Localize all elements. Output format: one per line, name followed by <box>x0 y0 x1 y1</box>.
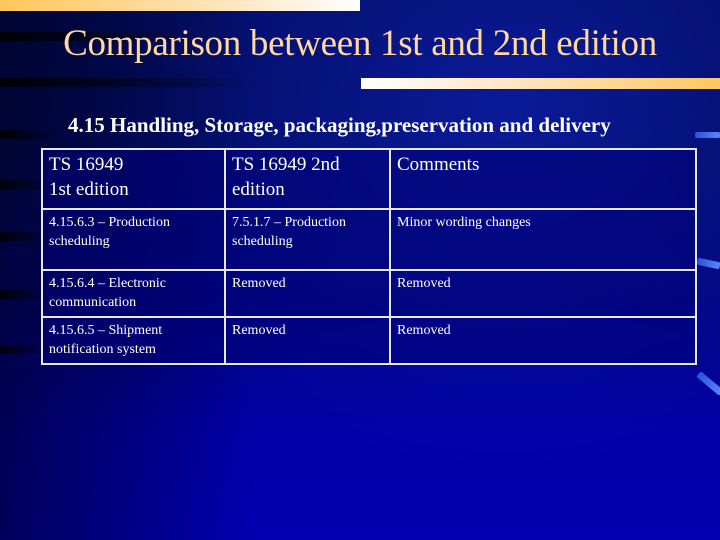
table-header-row: TS 16949 1st edition TS 16949 2nd editio… <box>41 148 697 210</box>
header-line: TS 16949 2nd <box>232 154 340 175</box>
decorative-dash <box>695 132 720 138</box>
table-row: 4.15.6.3 – Production scheduling 7.5.1.7… <box>41 208 697 271</box>
cell-line: Removed <box>232 276 286 291</box>
header-second-edition: TS 16949 2nd edition <box>224 148 391 210</box>
decorative-streak <box>0 78 260 87</box>
cell-line: 4.15.6.3 – Production <box>49 215 170 230</box>
cell-comments: Minor wording changes <box>389 208 697 271</box>
accent-bar-top <box>0 0 360 11</box>
cell-line: 4.15.6.5 – Shipment <box>49 323 163 338</box>
cell-line: scheduling <box>232 234 293 249</box>
cell-comments: Removed <box>389 269 697 318</box>
cell-line: communication <box>49 295 137 310</box>
table-row: 4.15.6.4 – Electronic communication Remo… <box>41 269 697 318</box>
comparison-table: TS 16949 1st edition TS 16949 2nd editio… <box>41 148 697 365</box>
decorative-streak <box>0 130 60 139</box>
cell-second-edition: Removed <box>224 269 391 318</box>
header-line: TS 16949 <box>49 154 124 175</box>
cell-second-edition: Removed <box>224 316 391 365</box>
section-heading: 4.15 Handling, Storage, packaging,preser… <box>68 113 611 137</box>
header-line: 1st edition <box>49 179 129 200</box>
cell-line: Removed <box>232 323 286 338</box>
cell-first-edition: 4.15.6.4 – Electronic communication <box>41 269 226 318</box>
cell-line: Removed <box>397 276 451 291</box>
accent-bar-under-title <box>361 78 720 89</box>
cell-first-edition: 4.15.6.5 – Shipment notification system <box>41 316 226 365</box>
table-row: 4.15.6.5 – Shipment notification system … <box>41 316 697 365</box>
cell-first-edition: 4.15.6.3 – Production scheduling <box>41 208 226 271</box>
cell-line: Removed <box>397 323 451 338</box>
header-comments: Comments <box>389 148 697 210</box>
cell-comments: Removed <box>389 316 697 365</box>
cell-line: scheduling <box>49 234 110 249</box>
header-first-edition: TS 16949 1st edition <box>41 148 226 210</box>
slide-title: Comparison between 1st and 2nd edition <box>63 23 657 64</box>
cell-line: 7.5.1.7 – Production <box>232 215 346 230</box>
cell-line: notification system <box>49 342 156 357</box>
cell-line: 4.15.6.4 – Electronic <box>49 276 167 291</box>
header-line: edition <box>232 179 285 200</box>
header-line: Comments <box>397 154 480 175</box>
decorative-streak <box>0 345 45 354</box>
cell-second-edition: 7.5.1.7 – Production scheduling <box>224 208 391 271</box>
cell-line: Minor wording changes <box>397 215 531 230</box>
